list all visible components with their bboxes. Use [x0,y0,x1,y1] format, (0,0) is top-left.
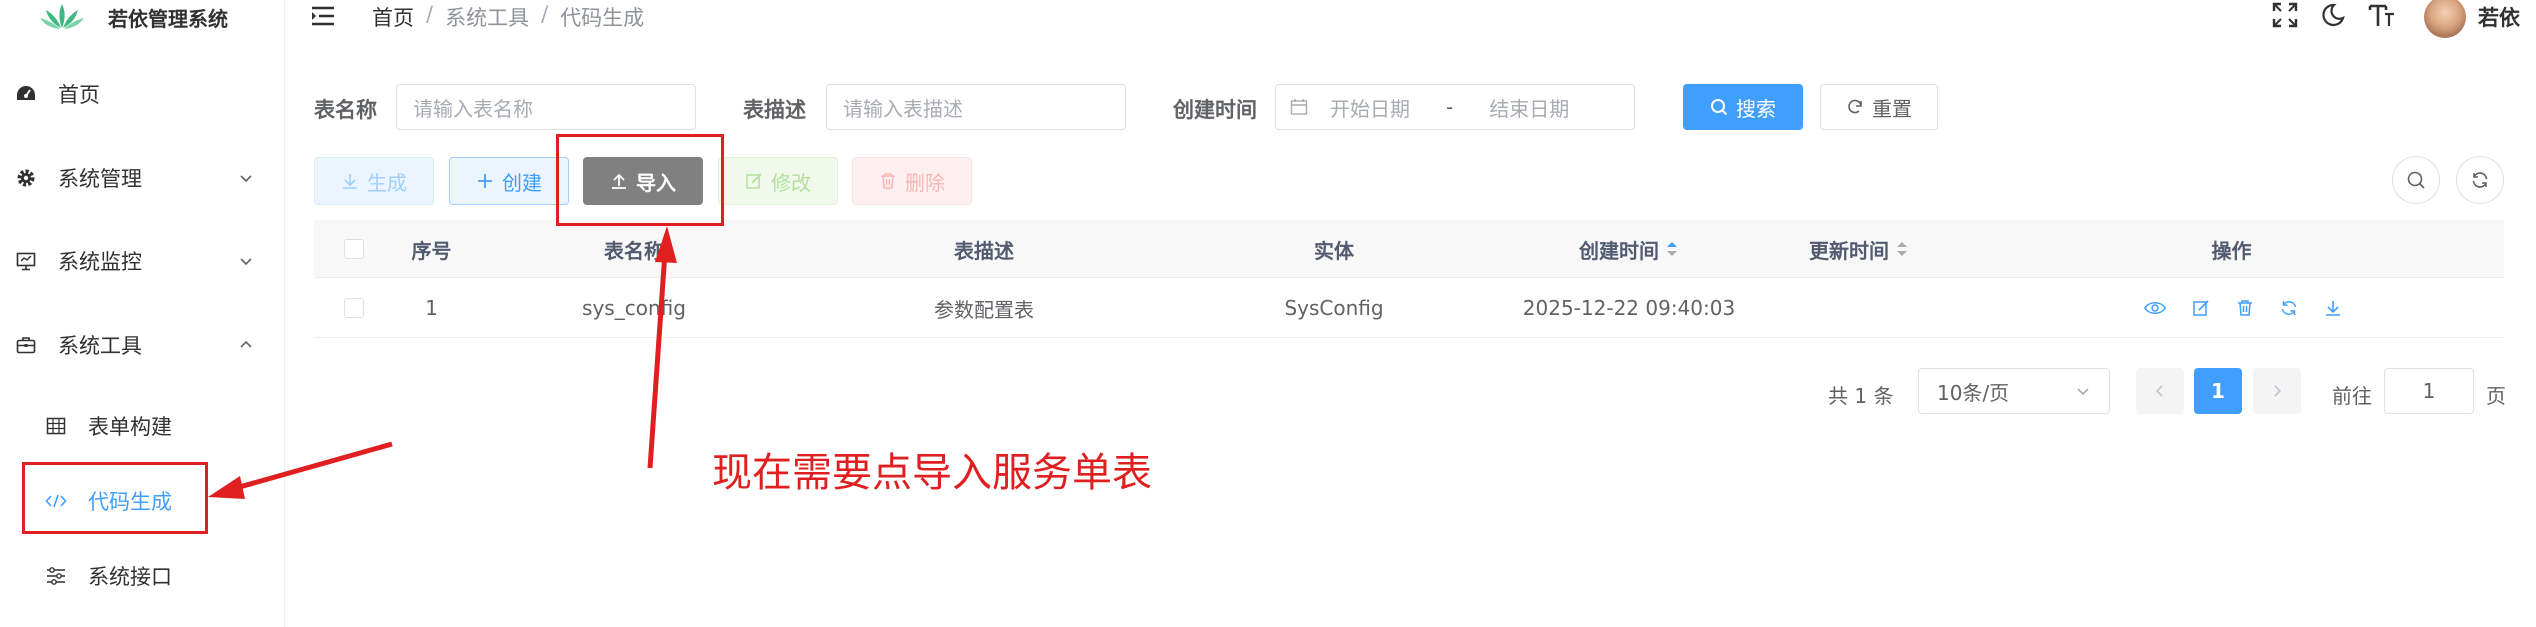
annotation-arrows [208,226,677,499]
annotation-note: 现在需要点导入服务单表 [712,450,1152,496]
annotation-arrow-left [208,441,393,499]
annotation-arrow-up [647,226,677,469]
